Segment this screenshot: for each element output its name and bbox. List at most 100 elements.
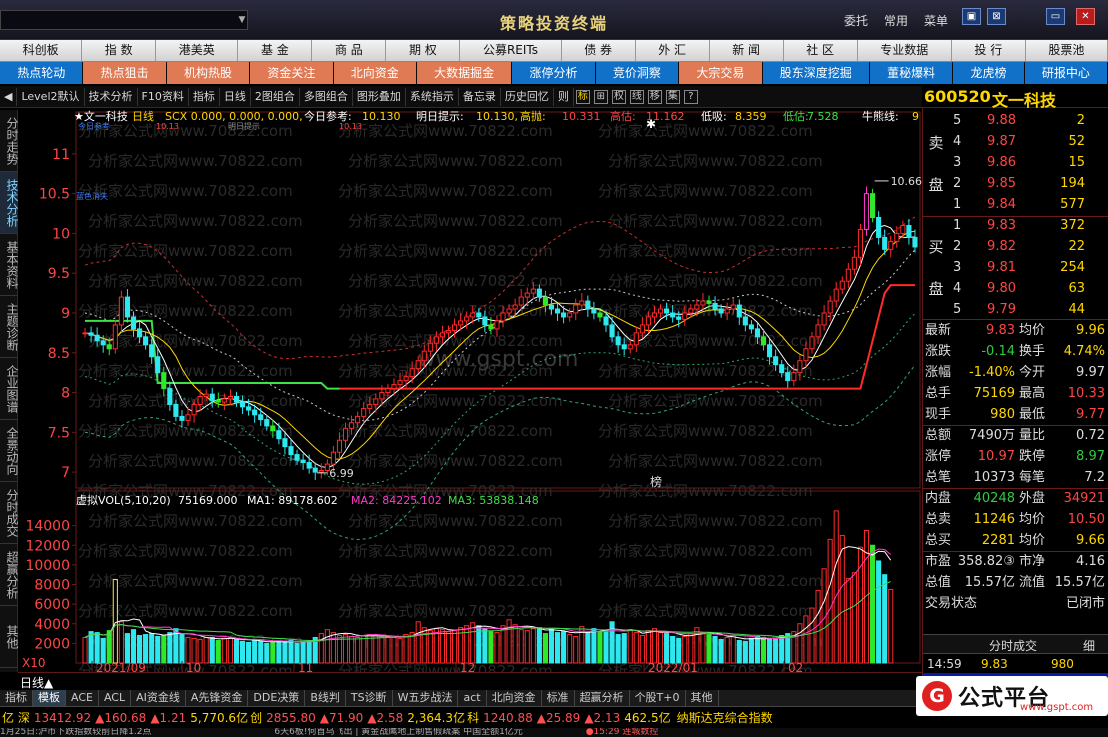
toolbar-item-2[interactable]: F10资料 — [138, 87, 189, 106]
view-tab-5[interactable]: 全景动向 — [0, 420, 19, 482]
toolbar-item-0[interactable]: Level2默认 — [17, 87, 85, 106]
view-tab-1[interactable]: 技术分析 — [0, 172, 19, 234]
toolbar-back-icon[interactable]: ◀ — [0, 87, 18, 106]
buy-row[interactable]: 3 9.81 254 — [923, 257, 1108, 278]
market-tab-3[interactable]: 基 金 — [238, 40, 313, 61]
minimize-icon[interactable]: ▭ — [1046, 8, 1065, 25]
feature-tab-1[interactable]: 热点狙击 — [83, 62, 166, 84]
indicator-tab-14[interactable]: 个股T+0 — [630, 690, 686, 706]
market-tab-9[interactable]: 新 闻 — [710, 40, 784, 61]
view-tab-7[interactable]: 超赢分析 — [0, 544, 19, 606]
indicator-tab-9[interactable]: W五步战法 — [393, 690, 459, 706]
toolbar-icon-1[interactable]: ⊞ — [593, 89, 608, 104]
ticker-item[interactable]: 科 1240.88 ▲25.89 ▲2.13 462.5亿 — [465, 711, 671, 725]
toolbar-item-7[interactable]: 图形叠加 — [353, 87, 406, 106]
toolbar-icon-4[interactable]: 移 — [647, 89, 662, 104]
close-icon[interactable]: ✕ — [1076, 8, 1095, 25]
toolbar-icon-5[interactable]: 集 — [665, 89, 680, 104]
view-tab-2[interactable]: 基本资料 — [0, 234, 19, 296]
indicator-tab-0[interactable]: 指标 — [0, 690, 33, 706]
feature-tab-0[interactable]: 热点轮动 — [0, 62, 83, 84]
indicator-tab-11[interactable]: 北向资金 — [487, 690, 542, 706]
market-tab-5[interactable]: 期 权 — [386, 40, 461, 61]
toolbar-item-4[interactable]: 日线 — [220, 87, 251, 106]
indicator-tab-12[interactable]: 标准 — [542, 690, 575, 706]
link-menu[interactable]: 菜单 — [924, 12, 948, 29]
indicator-tab-6[interactable]: DDE决策 — [248, 690, 306, 706]
toolbar-item-10[interactable]: 历史回忆 — [501, 87, 554, 106]
toolbar-item-3[interactable]: 指标 — [189, 87, 220, 106]
feature-tab-6[interactable]: 涨停分析 — [512, 62, 595, 84]
view-tab-4[interactable]: 企业图谱 — [0, 358, 19, 420]
market-tab-10[interactable]: 社 区 — [784, 40, 858, 61]
tick-detail-button[interactable]: 细 — [1083, 637, 1095, 654]
view-tab-6[interactable]: 分时成交 — [0, 482, 19, 544]
toolbar-icon-6[interactable]: ? — [683, 89, 698, 104]
market-tab-8[interactable]: 外 汇 — [636, 40, 710, 61]
status-alert[interactable]: ●15:29 连城数控 — [586, 728, 659, 737]
market-tab-4[interactable]: 商 品 — [312, 40, 387, 61]
toolbar-icon-3[interactable]: 线 — [629, 89, 644, 104]
indicator-tab-5[interactable]: A先锋资金 — [186, 690, 249, 706]
sell-row[interactable]: 3 9.86 15 — [923, 152, 1108, 173]
feature-tab-8[interactable]: 大宗交易 — [679, 62, 762, 84]
toolbar-item-1[interactable]: 技术分析 — [85, 87, 138, 106]
sell-row[interactable]: 1 9.84 577 — [923, 194, 1108, 215]
feature-tab-4[interactable]: 北向资金 — [333, 62, 416, 84]
sell-row[interactable]: 2 9.85 194 — [923, 173, 1108, 194]
buy-row[interactable]: 1 9.83 372 — [923, 215, 1108, 236]
ticker-item[interactable]: 亿 深 13412.92 ▲160.68 ▲1.21 5,770.6亿 — [0, 711, 248, 725]
feature-tab-11[interactable]: 龙虎榜 — [953, 62, 1024, 84]
toolbar-item-5[interactable]: 2图组合 — [251, 87, 300, 106]
chart-canvas[interactable]: 分析家公式网www.70822.com 分析家公式网www.70822.com 分析… — [18, 108, 922, 680]
toolbar-icon-0[interactable]: 标 — [575, 89, 590, 104]
market-tab-11[interactable]: 专业数据 — [858, 40, 952, 61]
tick-title[interactable]: 分时成交 — [989, 637, 1037, 654]
market-tab-6[interactable]: 公募REITs — [460, 40, 562, 61]
view-tab-3[interactable]: 主题诊断 — [0, 296, 19, 358]
sell-row[interactable]: 5 9.88 2 — [923, 110, 1108, 131]
toolbar-icon-2[interactable]: 权 — [611, 89, 626, 104]
sell-row[interactable]: 4 9.87 52 — [923, 131, 1108, 152]
market-tab-12[interactable]: 投 行 — [952, 40, 1026, 61]
link-entrust[interactable]: 委托 — [844, 12, 868, 29]
link-common[interactable]: 常用 — [884, 12, 908, 29]
feature-tab-2[interactable]: 机构热股 — [166, 62, 250, 84]
market-tab-7[interactable]: 债 券 — [562, 40, 636, 61]
indicator-tab-8[interactable]: TS诊断 — [346, 690, 393, 706]
indicator-tab-2[interactable]: ACE — [66, 690, 99, 706]
toolbar-item-9[interactable]: 备忘录 — [459, 87, 501, 106]
view-tab-8[interactable]: 其他 — [0, 606, 19, 668]
toolbar-item-6[interactable]: 多图组合 — [300, 87, 353, 106]
skin-icon[interactable]: ▣ — [962, 8, 981, 25]
indicator-tab-13[interactable]: 超赢分析 — [575, 690, 630, 706]
market-tab-2[interactable]: 港美英 — [156, 40, 239, 61]
feature-tab-10[interactable]: 董秘爆料 — [869, 62, 953, 84]
ticker-item[interactable]: 创 2855.80 ▲71.90 ▲2.58 2,364.3亿 — [248, 711, 465, 725]
period-label[interactable]: 日线▲ — [20, 674, 53, 691]
indicator-tab-10[interactable]: act — [458, 690, 487, 706]
buy-row[interactable]: 4 9.80 63 — [923, 278, 1108, 299]
market-tab-1[interactable]: 指 数 — [82, 40, 157, 61]
market-tab-13[interactable]: 股票池 — [1026, 40, 1108, 61]
view-tab-0[interactable]: 分时走势 — [0, 110, 19, 172]
toolbar-item-8[interactable]: 系统指示 — [406, 87, 459, 106]
indicator-tab-7[interactable]: B线判 — [305, 690, 346, 706]
feature-tab-5[interactable]: 大数据掘金 — [416, 62, 512, 84]
ticker-tail[interactable]: 纳斯达克综合指数 — [677, 711, 773, 725]
feature-tab-12[interactable]: 研报中心 — [1024, 62, 1108, 84]
feature-tab-7[interactable]: 竞价洞察 — [595, 62, 679, 84]
indicator-tab-1[interactable]: 模板 — [33, 690, 66, 706]
buy-row[interactable]: 2 9.82 22 — [923, 236, 1108, 257]
buy-row[interactable]: 5 9.79 44 — [923, 299, 1108, 320]
kline-chart[interactable]: 分析家公式网www.70822.com 分析家公式网www.70822.com 分析… — [18, 108, 922, 680]
settings-icon[interactable]: ⊠ — [987, 8, 1006, 25]
indicator-tab-15[interactable]: 其他 — [686, 690, 719, 706]
indicator-tab-4[interactable]: AI资金线 — [131, 690, 186, 706]
tick-row[interactable]: 14:59 9.83 980 — [923, 656, 1108, 673]
feature-tab-9[interactable]: 股东深度挖掘 — [762, 62, 869, 84]
market-tab-0[interactable]: 科创板 — [0, 40, 83, 61]
status-news[interactable]: 6天6板!何首乌飞出 | 黄金战鹰地上制售假疏案 中国全额1亿元 — [274, 728, 522, 737]
indicator-tab-3[interactable]: ACL — [99, 690, 132, 706]
feature-tab-3[interactable]: 资金关注 — [250, 62, 333, 84]
